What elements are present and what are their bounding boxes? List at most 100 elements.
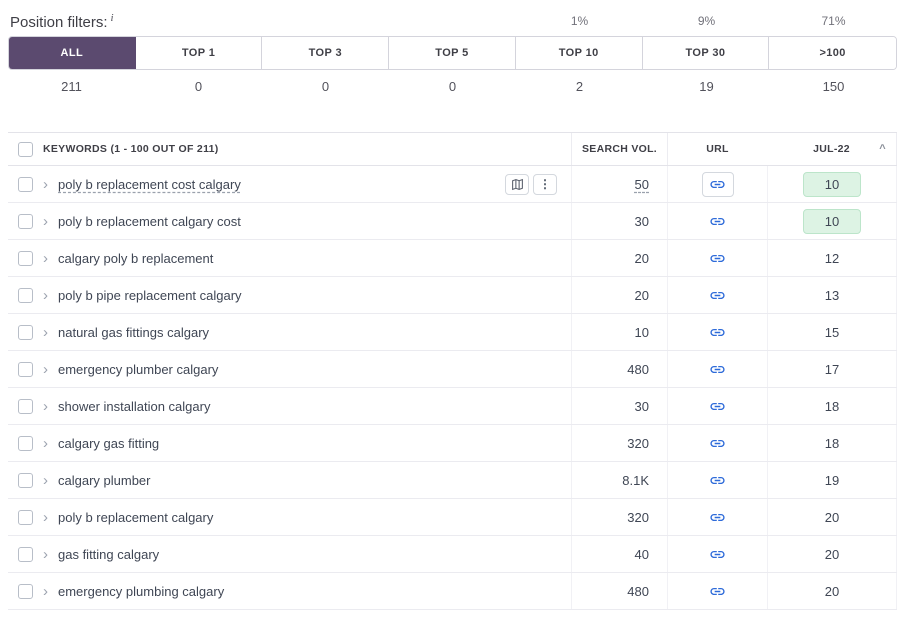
- position-value: 10: [803, 171, 861, 197]
- table-row: › calgary poly b replacement 20 12: [8, 240, 897, 277]
- expand-chevron-icon[interactable]: ›: [43, 399, 48, 414]
- date-column-header: JUL-22: [813, 143, 850, 155]
- url-link-icon[interactable]: [701, 171, 734, 197]
- search-volume: 480: [627, 583, 649, 599]
- position-value: 10: [803, 208, 861, 234]
- expand-chevron-icon[interactable]: ›: [43, 362, 48, 377]
- expand-chevron-icon[interactable]: ›: [43, 547, 48, 562]
- search-vol-column-header: SEARCH VOL.: [571, 133, 667, 165]
- keyword-text[interactable]: poly b replacement cost calgary: [58, 177, 241, 192]
- percent-value: 9%: [697, 14, 716, 28]
- row-checkbox[interactable]: [18, 398, 33, 414]
- url-link-icon[interactable]: [709, 398, 726, 415]
- url-link-icon[interactable]: [709, 472, 726, 489]
- sort-asc-icon[interactable]: ^: [879, 143, 886, 155]
- row-checkbox[interactable]: [18, 546, 33, 562]
- position-value: 15: [824, 324, 840, 340]
- keyword-text[interactable]: poly b replacement calgary cost: [58, 214, 241, 229]
- expand-chevron-icon[interactable]: ›: [43, 177, 48, 192]
- percent-value: [262, 10, 389, 36]
- counts-row: 211 0 0 0 2 19 150: [8, 70, 897, 102]
- serp-features-icon[interactable]: [505, 173, 529, 195]
- table-row: › emergency plumber calgary 480 17: [8, 351, 897, 388]
- filter-tab-top1[interactable]: TOP 1: [135, 37, 263, 69]
- keyword-text[interactable]: calgary plumber: [58, 473, 151, 488]
- tab-count: 0: [321, 78, 330, 94]
- filter-tab-top10[interactable]: TOP 10: [515, 37, 643, 69]
- percent-value: 71%: [821, 14, 846, 28]
- keyword-text[interactable]: natural gas fittings calgary: [58, 325, 209, 340]
- row-checkbox[interactable]: [18, 583, 33, 599]
- filter-tab-top3[interactable]: TOP 3: [262, 37, 390, 69]
- keyword-text[interactable]: calgary gas fitting: [58, 436, 159, 451]
- table-row: › poly b replacement calgary cost 30 10: [8, 203, 897, 240]
- expand-chevron-icon[interactable]: ›: [43, 251, 48, 266]
- table-header: KEYWORDS (1 - 100 OUT OF 211) SEARCH VOL…: [8, 132, 897, 166]
- url-link-icon[interactable]: [709, 213, 726, 230]
- keyword-text[interactable]: poly b pipe replacement calgary: [58, 288, 242, 303]
- table-body: › poly b replacement cost calgary ⋮ 50 1: [8, 166, 897, 610]
- keyword-text[interactable]: emergency plumbing calgary: [58, 584, 224, 599]
- tab-count: 211: [61, 78, 82, 94]
- more-options-button[interactable]: ⋮: [533, 173, 557, 195]
- url-link-icon[interactable]: [709, 509, 726, 526]
- position-value: 12: [824, 250, 840, 266]
- url-link-icon[interactable]: [709, 583, 726, 600]
- keyword-text[interactable]: calgary poly b replacement: [58, 251, 213, 266]
- tab-count: 19: [699, 78, 714, 94]
- search-volume: 50: [634, 176, 649, 192]
- url-link-icon[interactable]: [709, 546, 726, 563]
- row-checkbox[interactable]: [18, 509, 33, 525]
- row-checkbox[interactable]: [18, 176, 33, 192]
- expand-chevron-icon[interactable]: ›: [43, 288, 48, 303]
- url-link-icon[interactable]: [709, 435, 726, 452]
- table-row: › poly b pipe replacement calgary 20 13: [8, 277, 897, 314]
- url-link-icon[interactable]: [709, 324, 726, 341]
- row-checkbox[interactable]: [18, 472, 33, 488]
- position-value: 20: [824, 546, 840, 562]
- position-value: 18: [824, 435, 840, 451]
- position-filters-label: Position filters: i: [10, 12, 114, 31]
- url-link-icon[interactable]: [709, 287, 726, 304]
- position-value: 20: [824, 509, 840, 525]
- keyword-text[interactable]: shower installation calgary: [58, 399, 210, 414]
- search-volume: 8.1K: [622, 472, 649, 488]
- row-checkbox[interactable]: [18, 250, 33, 266]
- info-icon[interactable]: i: [111, 12, 114, 24]
- row-checkbox[interactable]: [18, 361, 33, 377]
- position-value: 19: [824, 472, 840, 488]
- expand-chevron-icon[interactable]: ›: [43, 325, 48, 340]
- position-value: 13: [824, 287, 840, 303]
- expand-chevron-icon[interactable]: ›: [43, 584, 48, 599]
- expand-chevron-icon[interactable]: ›: [43, 214, 48, 229]
- filter-tab-100[interactable]: >100: [769, 37, 896, 69]
- keyword-text[interactable]: emergency plumber calgary: [58, 362, 218, 377]
- filter-tab-top5[interactable]: TOP 5: [389, 37, 516, 69]
- search-volume: 30: [634, 213, 649, 229]
- keyword-text[interactable]: gas fitting calgary: [58, 547, 159, 562]
- percent-value: [135, 10, 262, 36]
- row-checkbox[interactable]: [18, 324, 33, 340]
- position-filters-title: Position filters:: [10, 14, 108, 31]
- search-volume: 20: [634, 250, 649, 266]
- search-volume: 320: [627, 435, 649, 451]
- row-checkbox[interactable]: [18, 213, 33, 229]
- percent-value: 1%: [570, 14, 589, 28]
- select-all-checkbox[interactable]: [18, 141, 33, 157]
- tab-count: 2: [575, 78, 584, 94]
- url-link-icon[interactable]: [709, 250, 726, 267]
- keyword-text[interactable]: poly b replacement calgary: [58, 510, 213, 525]
- table-row: › poly b replacement cost calgary ⋮ 50 1: [8, 166, 897, 203]
- filter-tab-top30[interactable]: TOP 30: [642, 37, 770, 69]
- position-filters-section: Position filters: i 1% 9% 71% ALL TOP 1 TOP 3…: [8, 10, 897, 102]
- row-checkbox[interactable]: [18, 287, 33, 303]
- expand-chevron-icon[interactable]: ›: [43, 436, 48, 451]
- url-column-header: URL: [667, 133, 767, 165]
- row-checkbox[interactable]: [18, 435, 33, 451]
- table-row: › gas fitting calgary 40 20: [8, 536, 897, 573]
- expand-chevron-icon[interactable]: ›: [43, 473, 48, 488]
- url-link-icon[interactable]: [709, 361, 726, 378]
- expand-chevron-icon[interactable]: ›: [43, 510, 48, 525]
- filter-tab-all[interactable]: ALL: [9, 37, 136, 69]
- keywords-column-header: KEYWORDS (1 - 100 OUT OF 211): [43, 143, 219, 155]
